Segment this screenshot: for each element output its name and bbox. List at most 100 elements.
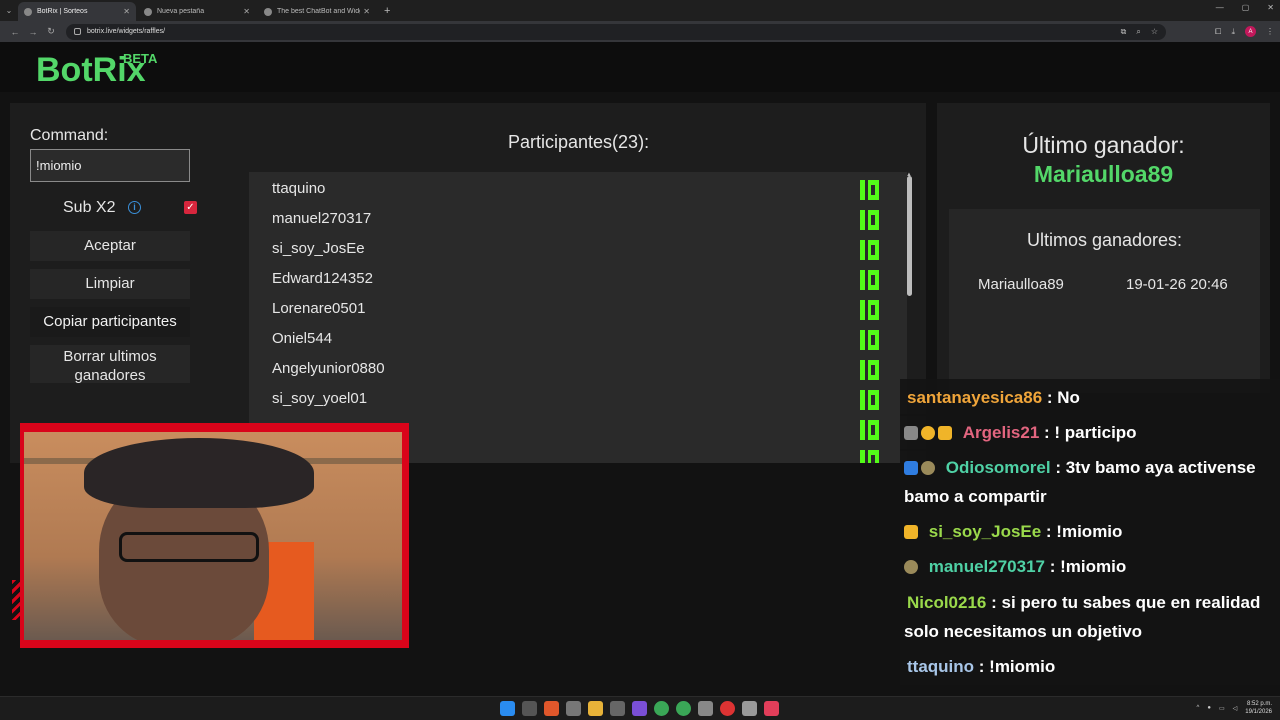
command-input[interactable]	[30, 149, 190, 182]
address-bar: ← → ↻ botrix.live/widgets/raffles/ ⧉ ⌕ ☆…	[0, 21, 1280, 42]
command-label: Command:	[30, 127, 109, 144]
participant-name: ttaquino	[272, 180, 326, 197]
sub-badge-icon	[921, 426, 935, 440]
chat-message: si_soy_JosEe : !miomio	[900, 513, 1280, 550]
chat-username: manuel270317	[928, 557, 1045, 576]
address-bar-actions: ⧉ ⌕ ☆	[1121, 27, 1158, 37]
tab-search-icon[interactable]: ⌄	[0, 0, 18, 21]
url-text: botrix.live/widgets/raffles/	[87, 28, 166, 35]
tab-title: Nueva pestaña	[157, 8, 205, 15]
forward-icon[interactable]: →	[24, 27, 42, 37]
browser-tab-1[interactable]: BotRix | Sorteos ✕	[18, 2, 136, 21]
kick-logo-icon	[860, 390, 879, 410]
chat-username: Odiosomorel	[945, 458, 1051, 477]
delete-last-winners-button[interactable]: Borrar ultimos ganadores	[30, 345, 190, 384]
zoom-icon[interactable]: ⌕	[1136, 27, 1140, 37]
windows-taskbar: ^ ● ▭ ◁ 8:52 p.m. 19/1/2026	[0, 696, 1280, 720]
site-info-icon[interactable]	[74, 28, 81, 35]
recent-winner-name: Mariaulloa89	[978, 276, 1064, 293]
decorative-stripes	[12, 580, 22, 620]
bookmark-star-icon[interactable]: ☆	[1151, 27, 1158, 36]
browser-tab-2[interactable]: Nueva pestaña ✕	[138, 2, 256, 21]
obs-icon[interactable]	[742, 701, 757, 716]
start-icon[interactable]	[500, 701, 515, 716]
accept-button[interactable]: Aceptar	[30, 231, 190, 261]
participant-row: Lorenare0501	[249, 294, 889, 324]
downloads-icon[interactable]: ⤓	[1231, 27, 1235, 37]
chat-overlay: santanayesica86 : No Argelis21 : ! parti…	[900, 379, 1280, 685]
clock[interactable]: 8:52 p.m. 19/1/2026	[1245, 700, 1272, 716]
calendar-icon[interactable]	[610, 701, 625, 716]
url-field[interactable]: botrix.live/widgets/raffles/ ⧉ ⌕ ☆	[66, 23, 1166, 40]
participant-row: Angelyunior0880	[249, 354, 889, 384]
chat-message: ttaquino : !miomio	[900, 648, 1280, 685]
kick-logo-icon	[860, 450, 879, 463]
participant-name: Edward124352	[272, 270, 373, 287]
kick-logo-icon	[860, 270, 879, 290]
system-tray: ^ ● ▭ ◁ 8:52 p.m. 19/1/2026	[1197, 700, 1272, 716]
app-icon[interactable]	[632, 701, 647, 716]
chat-text: : ! participo	[1039, 423, 1137, 442]
profile-avatar[interactable]: A	[1245, 26, 1256, 37]
close-tab-icon[interactable]: ✕	[243, 7, 250, 16]
info-icon[interactable]: i	[128, 201, 141, 214]
participant-name: manuel270317	[272, 210, 372, 227]
kick-logo-icon	[860, 330, 879, 350]
sub-x2-checkbox[interactable]: ✓	[184, 201, 197, 214]
extensions-icon[interactable]: ⧠	[1215, 27, 1221, 37]
chat-username: si_soy_JosEe	[928, 522, 1042, 541]
kick-logo-icon	[860, 360, 879, 380]
beta-badge: BETA	[123, 51, 158, 66]
streamer-glasses	[119, 532, 259, 562]
participants-list[interactable]: ttaquino manuel270317 si_soy_JosEe Edwar…	[249, 172, 907, 463]
participant-row: Oniel544	[249, 324, 889, 354]
app-icon[interactable]	[698, 701, 713, 716]
app-icon[interactable]	[720, 701, 735, 716]
toolbar-actions: ⧠ ⤓ A ⋮	[1215, 26, 1274, 37]
participant-name: Angelyunior0880	[272, 360, 385, 377]
close-window-icon[interactable]: ✕	[1267, 3, 1274, 12]
participant-row: manuel270317	[249, 204, 889, 234]
tiktok-icon[interactable]	[764, 701, 779, 716]
browser-tab-3[interactable]: The best ChatBot and Widgets ✕	[258, 2, 376, 21]
close-tab-icon[interactable]: ✕	[123, 7, 130, 16]
chat-message: Argelis21 : ! participo	[900, 414, 1280, 451]
participants-scrollbar[interactable]	[907, 176, 912, 296]
new-tab-button[interactable]: +	[384, 2, 390, 21]
last-winner-title: Último ganador:	[1022, 132, 1185, 158]
chat-username: Argelis21	[962, 423, 1040, 442]
participant-row: Edward124352	[249, 264, 889, 294]
chrome-icon[interactable]	[654, 701, 669, 716]
chat-text: : !miomio	[1041, 522, 1123, 541]
taskbar-apps	[500, 701, 779, 716]
network-icon[interactable]: ▭	[1219, 705, 1225, 712]
reload-icon[interactable]: ↻	[42, 26, 60, 37]
brave-icon[interactable]	[544, 701, 559, 716]
chat-message: manuel270317 : !miomio	[900, 548, 1280, 585]
close-tab-icon[interactable]: ✕	[363, 7, 370, 16]
participants-title: Participantes(23):	[508, 132, 650, 152]
kick-logo-icon	[860, 420, 879, 440]
task-view-icon[interactable]	[566, 701, 581, 716]
back-icon[interactable]: ←	[6, 27, 24, 37]
translate-icon[interactable]: ⧉	[1121, 27, 1127, 37]
file-explorer-icon[interactable]	[588, 701, 603, 716]
maximize-icon[interactable]: ▢	[1242, 3, 1250, 12]
chat-username: ttaquino	[907, 657, 975, 676]
volume-icon[interactable]: ◁	[1233, 705, 1238, 712]
copy-participants-button[interactable]: Copiar participantes	[30, 307, 190, 337]
participant-name: si_soy_JosEe	[272, 240, 365, 257]
menu-icon[interactable]: ⋮	[1266, 27, 1274, 36]
window-controls: — ▢ ✕	[1216, 3, 1274, 12]
chrome-active-icon[interactable]	[676, 701, 691, 716]
streamer-cap	[84, 438, 314, 508]
minimize-icon[interactable]: —	[1216, 3, 1224, 12]
participant-row: si_soy_yoel01	[249, 384, 889, 414]
kick-logo-icon	[860, 180, 879, 200]
browser-tab-bar: ⌄ BotRix | Sorteos ✕ Nueva pestaña ✕ The…	[0, 0, 1280, 21]
participant-name: Lorenare0501	[272, 300, 366, 317]
clear-button[interactable]: Limpiar	[30, 269, 190, 299]
chevron-up-icon[interactable]: ^	[1197, 705, 1200, 711]
mic-icon[interactable]: ●	[1207, 705, 1211, 711]
search-icon[interactable]	[522, 701, 537, 716]
